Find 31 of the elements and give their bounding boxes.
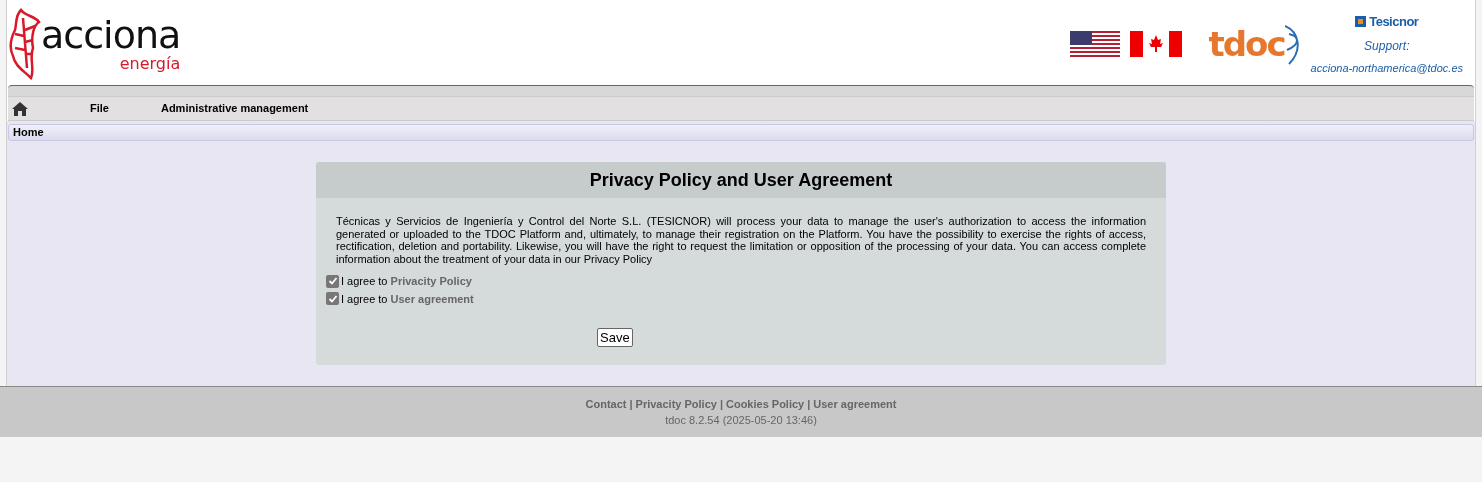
home-icon[interactable] bbox=[12, 101, 28, 116]
footer-link[interactable]: Contact bbox=[585, 395, 627, 412]
breadcrumb[interactable]: Home bbox=[13, 124, 44, 141]
footer-link[interactable]: Cookies Policy bbox=[725, 395, 805, 412]
tesicnor-logo-icon bbox=[1355, 15, 1367, 27]
footer-link[interactable]: User agreement bbox=[813, 395, 897, 412]
leaf-logo-icon bbox=[9, 8, 43, 80]
us-flag-icon[interactable] bbox=[1070, 31, 1121, 57]
tdoc-logo: tdoc bbox=[1208, 20, 1305, 68]
footer-separator: | bbox=[719, 396, 723, 412]
logo-wordmark: acciona bbox=[41, 15, 181, 55]
logo-tagline: energía bbox=[119, 55, 181, 73]
canada-flag-icon[interactable] bbox=[1130, 31, 1183, 57]
agree-label: I agree to User agreement bbox=[341, 291, 474, 307]
agree-label: I agree to Privacity Policy bbox=[341, 274, 472, 289]
agreement-link[interactable]: User agreement bbox=[390, 292, 474, 305]
agree-checkbox[interactable] bbox=[326, 292, 339, 306]
menu-item[interactable]: Administrative management bbox=[160, 100, 309, 117]
support-email[interactable]: acciona-northamerica@tdoc.es bbox=[1310, 60, 1463, 77]
agree-checkbox[interactable] bbox=[326, 274, 339, 288]
save-button[interactable]: Save bbox=[597, 328, 633, 347]
footer-separator: | bbox=[807, 396, 811, 412]
footer-separator: | bbox=[629, 396, 633, 412]
agreement-link[interactable]: Privacity Policy bbox=[390, 275, 472, 287]
support-label: Support: bbox=[1364, 38, 1410, 55]
menu-item[interactable]: File bbox=[90, 100, 109, 117]
policy-text: Técnicas y Servicios de Ingeniería y Control del Norte S.L. (TESICNOR) will process your data to manage the user's authorization to access the information generated or uploaded to the TDOC Platform and, ultimately, to manage their registration on the Platform. You have the possibility to exercise the rights of access, rectification, deletion and portability. Likewise, you will have the right to request the limitation or opposition of the processing of your data. You can access complete information about the treatment of your data in our Privacy Policy bbox=[336, 215, 1146, 265]
panel-title: Privacy Policy and User Agreement bbox=[589, 168, 893, 192]
version-text: tdoc 8.2.54 (2025-05-20 13:46) bbox=[665, 413, 817, 428]
vendor-logo: Tesicnor bbox=[1369, 12, 1419, 31]
footer-link[interactable]: Privacity Policy bbox=[635, 395, 717, 412]
